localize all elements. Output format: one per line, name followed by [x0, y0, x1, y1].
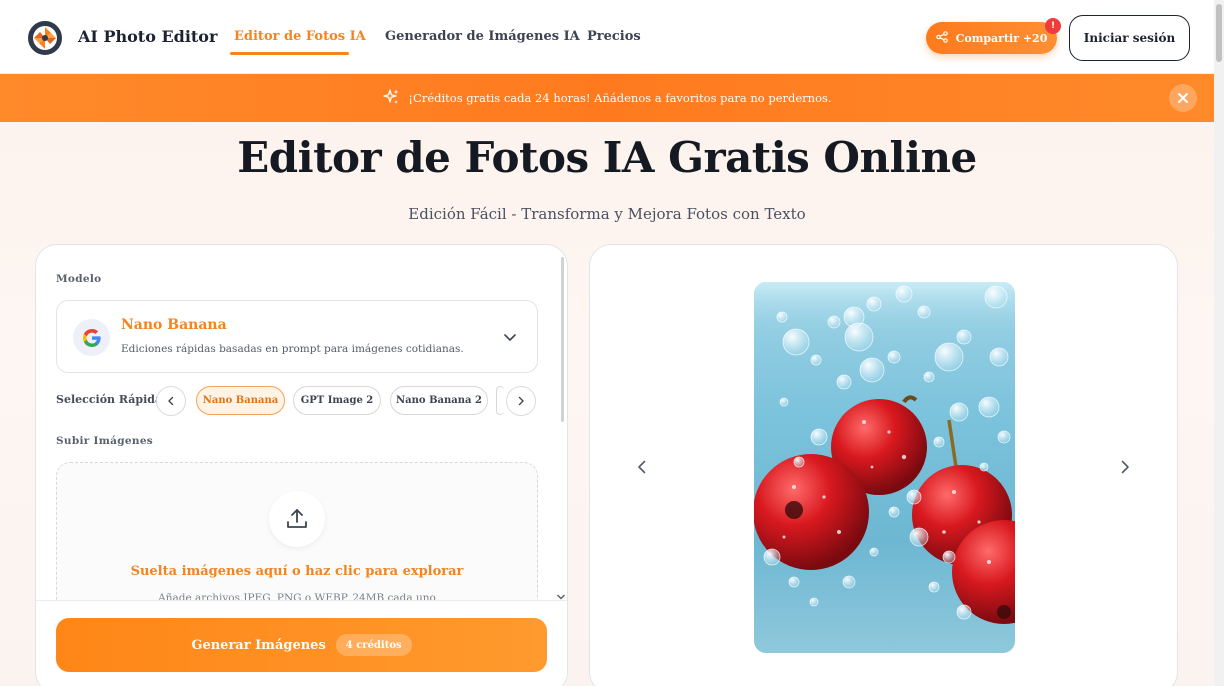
- model-selector[interactable]: Nano Banana Ediciones rápidas basadas en…: [56, 300, 538, 373]
- page-title: Editor de Fotos IA Gratis Online: [237, 133, 977, 182]
- promo-banner: ¡Créditos gratis cada 24 horas! Añádenos…: [0, 74, 1214, 122]
- chevron-right-icon: [1121, 460, 1129, 474]
- nav-link-photo-editor[interactable]: Editor de Fotos IA: [234, 29, 366, 44]
- chevron-left-icon: [168, 396, 174, 406]
- quick-chip-gpt-image-2[interactable]: GPT Image 2: [293, 386, 381, 415]
- google-icon: [73, 319, 110, 356]
- chevron-down-icon: [503, 329, 517, 348]
- carousel-next-button[interactable]: [1117, 459, 1133, 479]
- model-section-label: Modelo: [56, 273, 102, 285]
- model-name: Nano Banana: [121, 317, 227, 333]
- quick-chip-nano-banana[interactable]: Nano Banana: [196, 386, 285, 415]
- quick-chip-nano-banana-2[interactable]: Nano Banana 2: [390, 386, 488, 415]
- banner-text: ¡Créditos gratis cada 24 horas! Añádenos…: [408, 91, 832, 105]
- chevron-right-icon: [518, 396, 524, 406]
- quick-select-prev-button[interactable]: [156, 386, 186, 416]
- editor-panel: Modelo Nano Banana Ediciones rápidas bas…: [35, 244, 568, 686]
- panel-scrollbar-thumb[interactable]: [561, 257, 564, 422]
- upload-section-label: Subir Imágenes: [56, 435, 154, 447]
- quick-chip-overflow[interactable]: [496, 386, 504, 415]
- nav-link-image-generator[interactable]: Generador de Imágenes IA: [385, 29, 580, 44]
- generate-footer: Generar Imágenes 4 créditos: [36, 600, 567, 686]
- logo-icon[interactable]: [28, 21, 62, 55]
- chevron-left-icon: [638, 460, 646, 474]
- banner-close-button[interactable]: [1169, 84, 1197, 112]
- login-button[interactable]: Iniciar sesión: [1069, 15, 1190, 61]
- example-image-cherries-in-water: [754, 282, 1015, 653]
- share-button[interactable]: Compartir +20: [926, 22, 1057, 54]
- credits-badge: 4 créditos: [335, 634, 412, 656]
- page-subtitle: Edición Fácil - Transforma y Mejora Foto…: [408, 205, 806, 223]
- sparkles-icon: [382, 88, 400, 109]
- quick-select-label: Selección Rápida:: [56, 393, 167, 406]
- generate-button[interactable]: Generar Imágenes 4 créditos: [56, 618, 547, 672]
- page-scrollbar[interactable]: [1214, 0, 1224, 686]
- brand-name[interactable]: AI Photo Editor: [78, 27, 217, 46]
- generate-label: Generar Imágenes: [191, 637, 326, 653]
- close-icon: [1178, 93, 1188, 103]
- preview-panel: [589, 244, 1178, 686]
- top-navbar: AI Photo Editor Editor de Fotos IA Gener…: [0, 0, 1214, 74]
- carousel-prev-button[interactable]: [634, 459, 650, 479]
- nav-active-underline: [230, 52, 349, 55]
- page-scrollbar-thumb[interactable]: [1216, 4, 1222, 62]
- upload-icon: [269, 491, 325, 547]
- quick-select-next-button[interactable]: [506, 386, 536, 416]
- dropzone-title: Suelta imágenes aquí o haz clic para exp…: [130, 564, 464, 579]
- notification-badge: !: [1045, 18, 1061, 34]
- share-icon: [935, 30, 948, 46]
- nav-link-pricing[interactable]: Precios: [587, 29, 641, 44]
- model-description: Ediciones rápidas basadas en prompt para…: [121, 343, 464, 355]
- share-label: Compartir +20: [955, 31, 1048, 45]
